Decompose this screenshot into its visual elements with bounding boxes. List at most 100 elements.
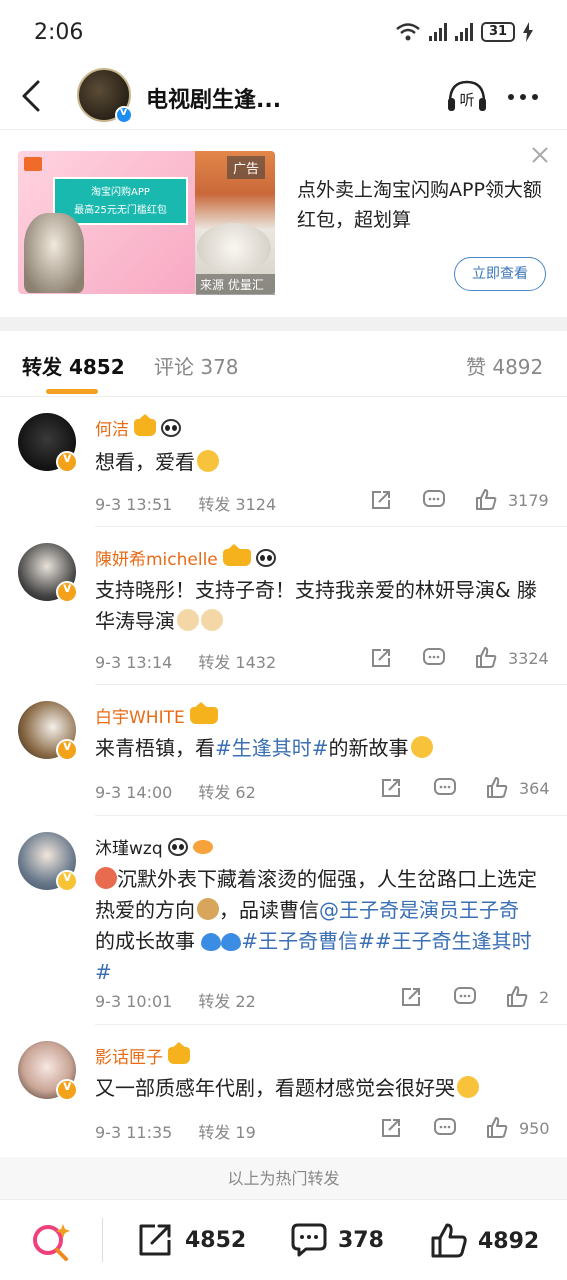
hot-reposts-hint: 以上为热门转发 [0, 1157, 567, 1199]
repost-count: 转发 1432 [198, 653, 277, 672]
repost-item: 陳妍希michelle 支持晓彤！支持子奇！支持我亲爱的林妍导演& 滕华涛导演 … [0, 527, 567, 685]
listen-icon[interactable]: 听 [446, 78, 488, 114]
repost-item: 白宇WHITE 来青梧镇，看#生逢其时#的新故事 9-3 14:00转发 62 … [0, 685, 567, 816]
tab-reposts[interactable]: 转发 4852 [22, 351, 125, 380]
like-icon [431, 1223, 467, 1258]
share-icon[interactable] [380, 1117, 402, 1139]
like-action[interactable]: 3179 [474, 488, 549, 512]
comment-action[interactable] [453, 986, 477, 1008]
share-action[interactable] [370, 647, 392, 669]
tab-likes[interactable]: 赞 4892 [466, 351, 543, 380]
repost-date: 9-3 13:51 [95, 495, 173, 514]
username[interactable]: 影话匣子 [95, 1042, 190, 1068]
share-action[interactable] [380, 1117, 402, 1139]
comment-icon[interactable] [422, 647, 446, 669]
like-count: 950 [519, 1118, 550, 1138]
panda-icon [255, 548, 276, 567]
share-icon[interactable] [380, 777, 402, 799]
username[interactable]: 沐瑾wzq [95, 834, 213, 859]
battery-icon: 31 [481, 22, 515, 42]
username-text: 陳妍希michelle [95, 550, 218, 570]
repost-meta: 9-3 13:51 转发 3124 [95, 491, 276, 515]
verified-badge-icon [56, 581, 78, 603]
like-icon[interactable] [474, 646, 498, 670]
mention-link[interactable]: @王子奇是演员王子奇 [319, 898, 519, 922]
username[interactable]: 何洁 [95, 414, 181, 440]
ad-text[interactable]: 点外卖上淘宝闪购APP领大额红包，超划算 [297, 175, 547, 235]
comment-icon [291, 1223, 327, 1257]
bottom-repost-button[interactable]: 4852 [137, 1222, 246, 1258]
bottom-comment-button[interactable]: 378 [290, 1222, 384, 1258]
compass-emoji-icon [197, 898, 219, 920]
like-action[interactable]: 364 [485, 776, 550, 800]
like-action[interactable]: 2 [505, 985, 549, 1009]
status-time: 2:06 [34, 20, 84, 45]
search-icon[interactable] [30, 1220, 74, 1264]
share-action[interactable] [370, 489, 392, 511]
comment-action[interactable] [422, 647, 446, 669]
avatar[interactable] [18, 1041, 78, 1101]
comment-icon[interactable] [422, 489, 446, 511]
like-action[interactable]: 950 [485, 1116, 550, 1140]
share-icon[interactable] [370, 647, 392, 669]
hashtag-link[interactable]: #生逢其时# [215, 736, 329, 760]
comment-icon[interactable] [433, 777, 457, 799]
like-icon[interactable] [505, 985, 529, 1009]
comment-action[interactable] [433, 1117, 457, 1139]
repost-text-content: 又一部质感年代剧，看题材感觉会很好哭 [95, 1076, 455, 1100]
repost-count: 转发 19 [198, 1123, 256, 1142]
crown-icon [168, 1042, 190, 1064]
like-icon[interactable] [485, 776, 509, 800]
repost-text-content: 支持晓彤！支持子奇！支持我亲爱的林妍导演& 滕华涛导演 [95, 578, 537, 633]
ad-card[interactable]: 淘宝闪购APP 最高25元无门槛红包 广告 来源 优量汇 点外卖上淘宝闪购APP… [0, 131, 567, 317]
close-icon[interactable] [530, 145, 550, 165]
header: 电视剧生逢... 听 [0, 62, 567, 130]
repost-date: 9-3 11:35 [95, 1123, 173, 1142]
hashtag-link[interactable]: #王子奇曹信# [241, 929, 375, 953]
repost-count: 转发 62 [198, 783, 256, 802]
verified-badge-icon [56, 1079, 78, 1101]
avatar[interactable] [18, 413, 78, 473]
repost-text-content: 想看，爱看 [95, 450, 195, 474]
bottom-like-button[interactable]: 4892 [430, 1222, 539, 1260]
tab-comments[interactable]: 评论 378 [154, 351, 239, 380]
repost-text-content: 的新故事 [328, 736, 409, 760]
like-count: 2 [539, 987, 550, 1007]
like-icon[interactable] [474, 488, 498, 512]
repost-text-content: 来青梧镇，看 [95, 736, 215, 760]
sunglasses-emoji-icon [410, 736, 433, 758]
avatar[interactable] [18, 543, 78, 603]
back-icon[interactable] [16, 76, 48, 116]
repost-meta: 9-3 13:14 转发 1432 [95, 649, 276, 673]
fish-icon [192, 839, 213, 854]
repost-text: 又一部质感年代剧，看题材感觉会很好哭 [95, 1073, 545, 1104]
username[interactable]: 陳妍希michelle [95, 544, 276, 570]
ad-tag: 广告 [227, 156, 266, 179]
comment-action[interactable] [433, 777, 457, 799]
bottom-action-bar: 4852 378 4892 [0, 1199, 567, 1280]
account-avatar[interactable] [77, 68, 133, 124]
comment-icon[interactable] [453, 986, 477, 1008]
verified-badge-icon [56, 451, 78, 473]
like-action[interactable]: 3324 [474, 646, 549, 670]
share-action[interactable] [380, 777, 402, 799]
like-icon[interactable] [485, 1116, 509, 1140]
avatar[interactable] [18, 832, 78, 892]
taobao-logo-icon [24, 157, 42, 171]
crown-icon [134, 414, 156, 436]
share-icon[interactable] [370, 489, 392, 511]
like-count: 364 [519, 778, 550, 798]
avatar[interactable] [18, 701, 78, 761]
ad-banner-line2: 最高25元无门槛红包 [74, 205, 167, 216]
account-title[interactable]: 电视剧生逢... [146, 82, 281, 114]
blue-heart-emoji-icon [221, 933, 242, 951]
more-menu-icon[interactable] [508, 94, 538, 100]
share-icon[interactable] [400, 986, 422, 1008]
ad-cta-button[interactable]: 立即查看 [454, 257, 546, 291]
comment-icon[interactable] [433, 1117, 457, 1139]
wifi-icon [396, 23, 420, 41]
bottom-like-count: 4892 [478, 1228, 540, 1254]
share-action[interactable] [400, 986, 422, 1008]
comment-action[interactable] [422, 489, 446, 511]
username[interactable]: 白宇WHITE [95, 702, 218, 728]
